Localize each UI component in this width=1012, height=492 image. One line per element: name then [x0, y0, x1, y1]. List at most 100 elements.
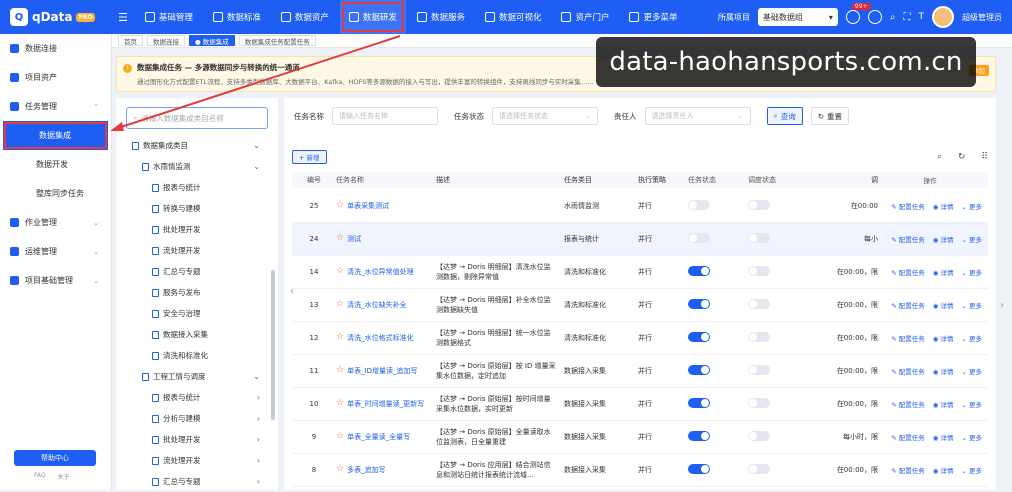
task-status-toggle[interactable]	[688, 332, 710, 342]
detail-button[interactable]: ◉ 详情	[933, 399, 954, 409]
tree-item[interactable]: 报表与统计	[116, 177, 278, 198]
tree-search-input[interactable]: ⌕ 请输入数据集成类目名称	[126, 107, 268, 129]
help-center-button[interactable]: 帮助中心	[14, 450, 96, 466]
tree-item[interactable]: 批处理开发	[116, 219, 278, 240]
more-button[interactable]: ⌄ 更多	[961, 234, 982, 244]
grid-icon[interactable]: ⠿	[981, 152, 988, 162]
more-button[interactable]: ⌄ 更多	[961, 267, 982, 277]
notification-bell-icon[interactable]: 99+	[845, 3, 871, 24]
schedule-status-toggle[interactable]	[748, 200, 770, 210]
star-icon[interactable]: ☆	[336, 399, 344, 408]
tree-item[interactable]: 数据接入采集	[116, 324, 278, 345]
configure-task-button[interactable]: ✎ 配置任务	[891, 465, 925, 475]
sidebar-item-project-basic[interactable]: 项目基础管理 ⌄	[0, 266, 111, 295]
col-number[interactable]: 编号	[292, 175, 336, 185]
project-select[interactable]: 基础数据组 ▾	[757, 8, 838, 26]
nav-more-menu[interactable]: 更多菜单	[620, 0, 686, 34]
more-button[interactable]: ⌄ 更多	[961, 399, 982, 409]
task-status-toggle[interactable]	[688, 365, 710, 375]
configure-task-button[interactable]: ✎ 配置任务	[891, 234, 925, 244]
tree-item[interactable]: 汇总与专题 ›	[116, 471, 278, 492]
more-button[interactable]: ⌄ 更多	[961, 465, 982, 475]
tree-item[interactable]: 报表与统计 ›	[116, 387, 278, 408]
detail-button[interactable]: ◉ 详情	[933, 201, 954, 211]
nav-data-service[interactable]: 数据服务	[408, 0, 474, 34]
detail-button[interactable]: ◉ 详情	[933, 300, 954, 310]
app-logo[interactable]: Q qData PRO	[0, 8, 112, 26]
nav-asset-portal[interactable]: 资产门户	[552, 0, 618, 34]
task-name-link[interactable]: ☆ 单表_时间增量读_更新写	[336, 399, 436, 409]
task-name-link[interactable]: ☆ 单表_全量读_全量写	[336, 432, 436, 442]
star-icon[interactable]: ☆	[336, 201, 344, 210]
table-row[interactable]: 13 ☆ 清洗_水位缺失补全 【达梦 → Doris 明细层】补全水位监测数据缺失值清…	[292, 289, 988, 322]
schedule-status-toggle[interactable]	[748, 332, 770, 342]
task-status-toggle[interactable]	[688, 464, 710, 474]
more-button[interactable]: ⌄ 更多	[961, 432, 982, 442]
tree-item[interactable]: 分析与建模 ›	[116, 408, 278, 429]
more-button[interactable]: ⌄ 更多	[961, 366, 982, 376]
detail-button[interactable]: ◉ 详情	[933, 465, 954, 475]
nav-data-visualization[interactable]: 数据可视化	[476, 0, 551, 34]
schedule-status-toggle[interactable]	[748, 431, 770, 441]
star-icon[interactable]: ☆	[336, 234, 344, 243]
task-name-link[interactable]: ☆ 单表采集测试	[336, 201, 436, 211]
sidebar-sub-full-db-sync[interactable]: 整库同步任务	[0, 179, 111, 208]
task-name-link[interactable]: ☆ 清洗_水位异常值处理	[336, 267, 436, 277]
configure-task-button[interactable]: ✎ 配置任务	[891, 267, 925, 277]
table-row[interactable]: 24 ☆ 测试 报表与统计 并行 每小 ✎ 配置任务 ◉ 详情 ⌄ 更多	[292, 223, 988, 256]
more-button[interactable]: ⌄ 更多	[961, 300, 982, 310]
sidebar-item-project-asset[interactable]: 项目资产	[0, 63, 111, 92]
table-row[interactable]: 8 ☆ 多表_追加写 【达梦 → Doris 应用层】结合测站信息和测站日统计报表统计…	[292, 454, 988, 487]
configure-task-button[interactable]: ✎ 配置任务	[891, 333, 925, 343]
schedule-status-toggle[interactable]	[748, 233, 770, 243]
star-icon[interactable]: ☆	[336, 333, 344, 342]
sidebar-item-data-connection[interactable]: 数据连接	[0, 34, 111, 63]
sidebar-sub-data-development[interactable]: 数据开发	[0, 150, 111, 179]
schedule-status-toggle[interactable]	[748, 464, 770, 474]
user-name[interactable]: 超级管理员	[962, 12, 1002, 23]
task-name-link[interactable]: ☆ 测试	[336, 234, 436, 244]
detail-button[interactable]: ◉ 详情	[933, 234, 954, 244]
schedule-status-toggle[interactable]	[748, 299, 770, 309]
refresh-icon[interactable]: ↻	[958, 152, 966, 162]
tree-item[interactable]: 转换与建模	[116, 198, 278, 219]
tree-item[interactable]: 流处理开发 ›	[116, 450, 278, 471]
sidebar-item-task-management[interactable]: 任务管理 ⌃	[0, 92, 111, 121]
table-row[interactable]: 14 ☆ 清洗_水位异常值处理 【达梦 → Doris 明细层】清洗水位监测数据，剔除…	[292, 256, 988, 289]
configure-task-button[interactable]: ✎ 配置任务	[891, 300, 925, 310]
detail-button[interactable]: ◉ 详情	[933, 333, 954, 343]
scroll-left-icon[interactable]: ‹	[290, 286, 294, 297]
configure-task-button[interactable]: ✎ 配置任务	[891, 432, 925, 442]
panel-splitter[interactable]	[271, 270, 275, 420]
star-icon[interactable]: ☆	[336, 366, 344, 375]
task-status-toggle[interactable]	[688, 266, 710, 276]
schedule-status-toggle[interactable]	[748, 398, 770, 408]
search-icon[interactable]: ⌕	[890, 12, 896, 23]
tree-group-engineering[interactable]: 工程工情与调度 ⌄	[116, 366, 278, 387]
table-row[interactable]: 11 ☆ 单表_ID增量读_追加写 【达梦 → Doris 原始层】按 ID 增量采集…	[292, 355, 988, 388]
schedule-status-toggle[interactable]	[748, 266, 770, 276]
scroll-right-icon[interactable]: ›	[1000, 300, 1004, 311]
task-status-toggle[interactable]	[688, 233, 710, 243]
add-task-button[interactable]: + 新增	[292, 150, 327, 164]
owner-select[interactable]: 请选择责任人 ⌄	[644, 107, 751, 125]
help-icon[interactable]	[867, 10, 882, 24]
tree-item[interactable]: 流处理开发	[116, 240, 278, 261]
sidebar-item-job-management[interactable]: 作业管理 ⌄	[0, 208, 111, 237]
table-row[interactable]: 10 ☆ 单表_时间增量读_更新写 【达梦 → Doris 原始层】按时间增量采集水位…	[292, 388, 988, 421]
faq-link[interactable]: FAQ	[34, 472, 46, 481]
font-size-icon[interactable]: T	[919, 12, 925, 22]
tree-item[interactable]: 安全与治理	[116, 303, 278, 324]
nav-basic-management[interactable]: 基础管理	[136, 0, 202, 34]
table-row[interactable]: 12 ☆ 清洗_水位格式标准化 【达梦 → Doris 明细层】统一水位监测数据格式清…	[292, 322, 988, 355]
query-button[interactable]: ⌕ 查询	[766, 107, 803, 125]
about-link[interactable]: 关于	[58, 472, 70, 481]
star-icon[interactable]: ☆	[336, 432, 344, 441]
task-status-toggle[interactable]	[688, 200, 710, 210]
detail-button[interactable]: ◉ 详情	[933, 267, 954, 277]
tree-item[interactable]: 服务与发布	[116, 282, 278, 303]
detail-button[interactable]: ◉ 详情	[933, 366, 954, 376]
task-name-link[interactable]: ☆ 多表_追加写	[336, 465, 436, 475]
nav-data-development[interactable]: 数据研发	[339, 0, 406, 34]
task-name-link[interactable]: ☆ 清洗_水位缺失补全	[336, 300, 436, 310]
